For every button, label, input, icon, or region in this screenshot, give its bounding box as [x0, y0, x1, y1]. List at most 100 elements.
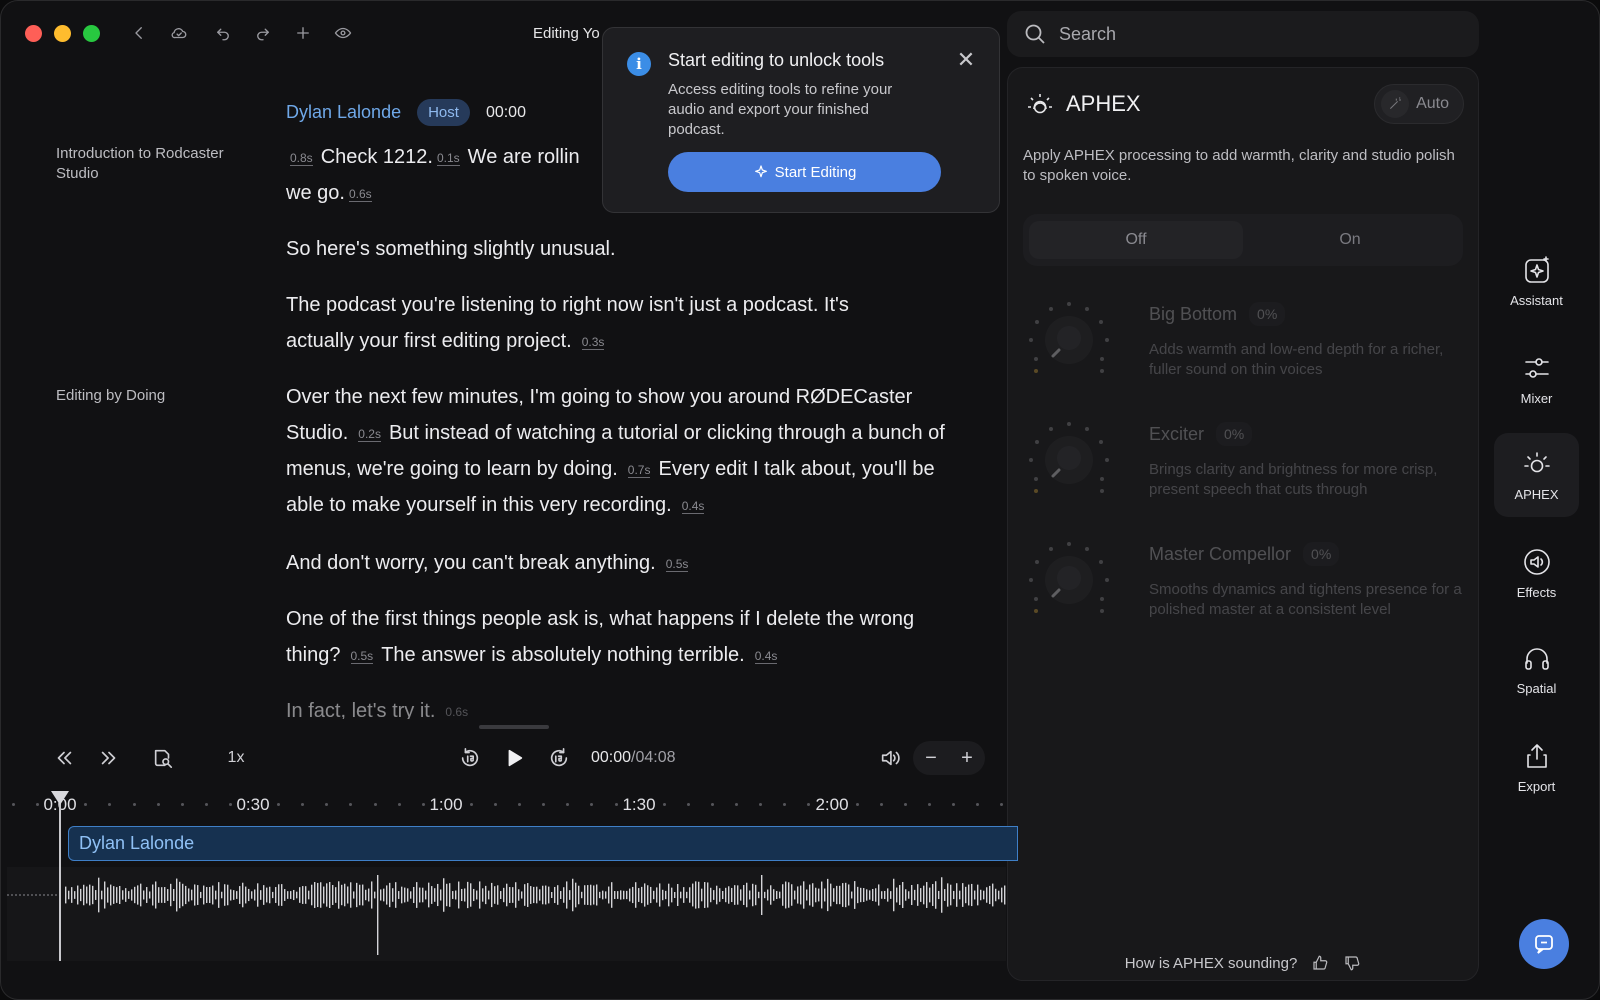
- ruler-dot: [614, 803, 618, 806]
- transcript-paragraph[interactable]: In fact, let's try it. 0.6s: [286, 693, 966, 719]
- waveform-bar: [899, 885, 901, 905]
- resize-handle[interactable]: [479, 725, 549, 729]
- ruler-dot: [590, 803, 594, 806]
- rail-item-effects[interactable]: Effects: [1494, 531, 1579, 615]
- transcript-text[interactable]: we go.: [286, 182, 345, 204]
- add-button[interactable]: [291, 21, 315, 45]
- section-label-intro[interactable]: Introduction to Rodcaster Studio: [56, 144, 226, 184]
- speaker-track[interactable]: Dylan Lalonde: [68, 826, 1018, 861]
- waveform[interactable]: [7, 867, 1006, 961]
- waveform-bar: [710, 887, 712, 903]
- waveform-bar: [641, 886, 643, 904]
- rail-item-mixer[interactable]: Mixer: [1494, 337, 1579, 421]
- transcript-text[interactable]: Check 1212.: [321, 146, 433, 168]
- waveform-bar: [842, 883, 844, 907]
- waveform-bar: [833, 888, 835, 902]
- pause-marker[interactable]: 0.1s: [436, 151, 460, 166]
- waveform-bar: [989, 885, 991, 905]
- pause-marker[interactable]: 0.6s: [348, 187, 372, 202]
- redo-button[interactable]: [251, 21, 275, 45]
- auto-button[interactable]: Auto: [1374, 84, 1464, 124]
- zoom-window-button[interactable]: [83, 25, 100, 42]
- waveform-bar: [602, 890, 604, 900]
- forward-15-button[interactable]: [546, 743, 572, 773]
- zoom-out-button[interactable]: −: [925, 747, 937, 770]
- rail-item-spatial[interactable]: Spatial: [1494, 627, 1579, 711]
- pause-marker[interactable]: 0.7s: [627, 463, 651, 478]
- waveform-bar: [827, 878, 829, 912]
- transcript-paragraph[interactable]: And don't worry, you can't break anythin…: [286, 545, 966, 581]
- start-editing-button[interactable]: Start Editing: [668, 152, 941, 192]
- close-icon[interactable]: ✕: [955, 49, 977, 72]
- waveform-bar: [353, 891, 355, 899]
- speaker-name[interactable]: Dylan Lalonde: [286, 102, 401, 123]
- pause-marker[interactable]: 0.5s: [350, 649, 374, 664]
- waveform-bar: [563, 887, 565, 903]
- ruler-tick-label: 0:30: [236, 795, 270, 814]
- search-input[interactable]: [1059, 23, 1439, 45]
- rail-item-assistant[interactable]: Assistant: [1494, 239, 1579, 323]
- transcript-paragraph[interactable]: Over the next few minutes, I'm going to …: [286, 379, 966, 523]
- waveform-bar: [68, 890, 70, 900]
- back-button[interactable]: [127, 21, 151, 45]
- pause-marker[interactable]: 0.4s: [754, 649, 778, 664]
- play-button[interactable]: [501, 743, 527, 773]
- waveform-bar: [626, 890, 628, 900]
- minimize-window-button[interactable]: [54, 25, 71, 42]
- pause-marker[interactable]: 0.4s: [681, 499, 705, 514]
- transcript-text[interactable]: The podcast you're listening to right no…: [286, 294, 849, 352]
- toggle-off[interactable]: Off: [1029, 221, 1243, 259]
- waveform-bar: [611, 882, 613, 908]
- waveform-bar: [785, 881, 787, 909]
- knob-icon[interactable]: [1023, 416, 1115, 508]
- zoom-in-button[interactable]: +: [961, 747, 973, 770]
- knob-icon[interactable]: [1023, 536, 1115, 628]
- ruler-dot: [228, 803, 232, 806]
- timeline-ruler[interactable]: 0:000:301:001:302:00: [1, 791, 1006, 817]
- waveform-bar: [707, 882, 709, 908]
- waveform-bar: [188, 888, 190, 902]
- transcript-text[interactable]: So here's something slightly unusual.: [286, 238, 616, 260]
- transcript-paragraph[interactable]: One of the first things people ask is, w…: [286, 601, 966, 673]
- ruler-dot: [759, 803, 763, 806]
- thumbs-up-icon[interactable]: [1311, 954, 1329, 972]
- volume-button[interactable]: [877, 743, 903, 773]
- playhead-line[interactable]: [59, 791, 61, 961]
- host-badge[interactable]: Host: [417, 99, 470, 126]
- pause-marker[interactable]: 0.3s: [581, 335, 605, 350]
- transcript-paragraph[interactable]: So here's something slightly unusual.: [286, 231, 966, 267]
- transcript-paragraph[interactable]: The podcast you're listening to right no…: [286, 287, 906, 359]
- chat-button[interactable]: [1519, 919, 1569, 969]
- pause-marker[interactable]: 0.2s: [358, 427, 381, 442]
- rail-item-aphex[interactable]: APHEX: [1494, 433, 1579, 517]
- find-button[interactable]: [150, 743, 176, 773]
- waveform-bar: [884, 890, 886, 900]
- waveform-bar: [530, 886, 532, 904]
- transcript-text[interactable]: We are rollin: [468, 146, 580, 168]
- skip-forward-button[interactable]: [96, 743, 122, 773]
- section-label-editing[interactable]: Editing by Doing: [56, 386, 226, 406]
- transcript-text[interactable]: In fact, let's try it.: [286, 700, 435, 719]
- toggle-on[interactable]: On: [1243, 221, 1457, 259]
- thumbs-down-icon[interactable]: [1343, 954, 1361, 972]
- pause-marker[interactable]: 0.5s: [665, 557, 689, 572]
- cloud-sync-button[interactable]: [167, 21, 191, 45]
- waveform-bar: [422, 887, 424, 903]
- transcript-text[interactable]: The answer is absolutely nothing terribl…: [381, 644, 745, 666]
- waveform-bar: [941, 877, 943, 913]
- knob-icon[interactable]: [1023, 296, 1115, 388]
- search-bar[interactable]: [1007, 11, 1479, 57]
- undo-button[interactable]: [211, 21, 235, 45]
- skip-back-button[interactable]: [51, 743, 77, 773]
- pause-marker[interactable]: 0.6s: [445, 705, 468, 719]
- rail-item-export[interactable]: Export: [1494, 725, 1579, 809]
- pause-marker[interactable]: 0.8s: [290, 151, 313, 166]
- playhead-marker[interactable]: [51, 791, 69, 805]
- preview-button[interactable]: [331, 21, 355, 45]
- playback-speed-button[interactable]: 1x: [221, 743, 251, 773]
- aphex-toggle[interactable]: Off On: [1023, 214, 1463, 266]
- transcript-text[interactable]: And don't worry, you can't break anythin…: [286, 552, 656, 574]
- transcript-paragraph[interactable]: 0.8s Check 1212. 0.1s We are rollin we go. 0…: [286, 139, 606, 211]
- close-window-button[interactable]: [25, 25, 42, 42]
- rewind-15-button[interactable]: [457, 743, 483, 773]
